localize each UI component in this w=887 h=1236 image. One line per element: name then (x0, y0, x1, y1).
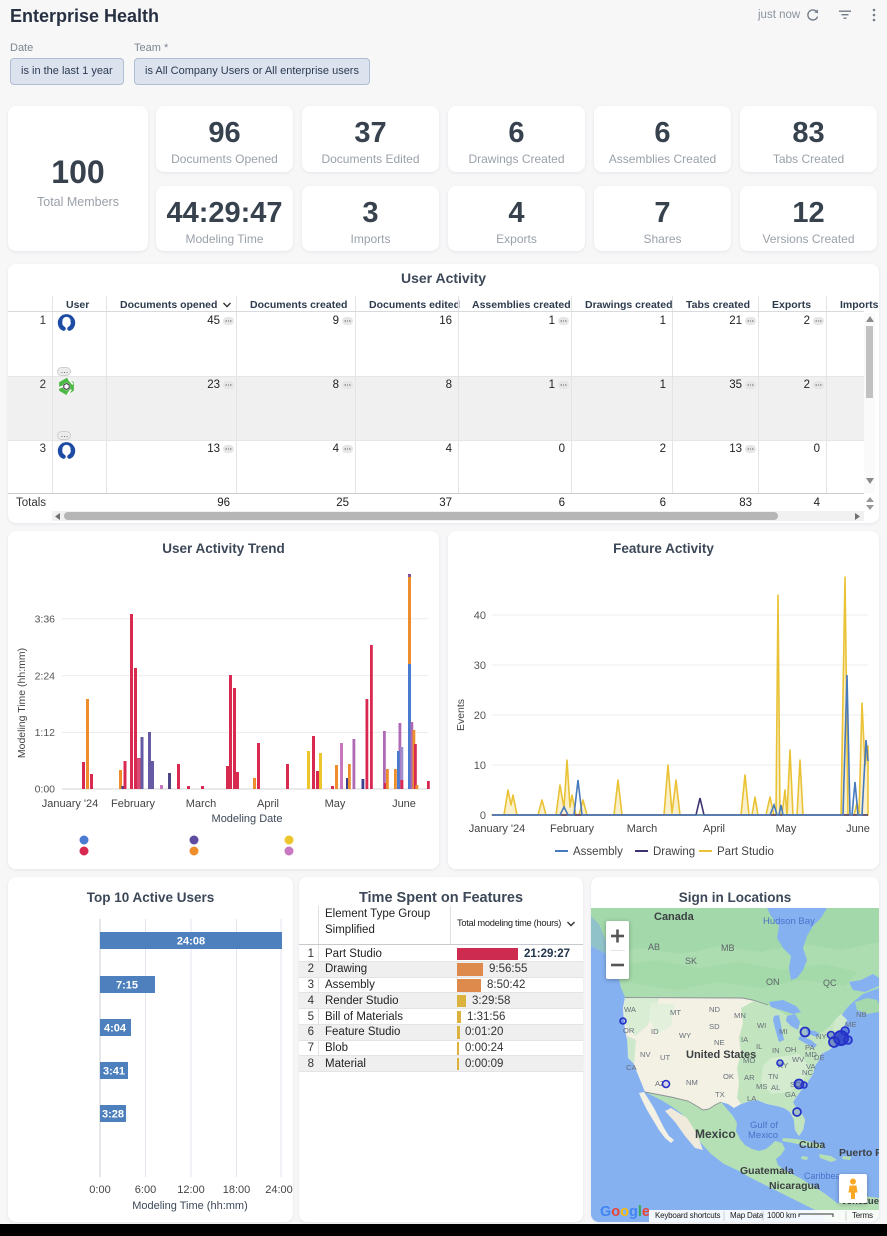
svg-text:UT: UT (660, 1053, 670, 1062)
svg-text:Assembly: Assembly (573, 846, 623, 858)
svg-text:0:00: 0:00 (35, 784, 56, 796)
svg-text:June: June (846, 823, 870, 835)
svg-text:Modeling Time (hh:mm): Modeling Time (hh:mm) (132, 1200, 248, 1212)
svg-text:NB: NB (856, 1010, 867, 1019)
svg-text:3:41: 3:41 (103, 1066, 125, 1078)
svg-text:May: May (776, 823, 797, 835)
svg-text:3:36: 3:36 (35, 614, 56, 626)
svg-text:May: May (325, 798, 346, 810)
svg-text:6:00: 6:00 (135, 1184, 156, 1196)
svg-text:Guatemala: Guatemala (740, 1165, 794, 1177)
svg-text:MS: MS (756, 1082, 767, 1091)
svg-text:3:28: 3:28 (102, 1109, 124, 1121)
svg-text:DE: DE (814, 1053, 825, 1062)
svg-text:7:15: 7:15 (116, 980, 138, 992)
svg-text:SD: SD (709, 1022, 720, 1031)
svg-text:United States: United States (686, 1049, 756, 1061)
svg-text:Canada: Canada (654, 911, 695, 923)
svg-text:MB: MB (721, 943, 735, 953)
svg-text:20: 20 (474, 710, 486, 722)
svg-text:IN: IN (772, 1046, 780, 1055)
svg-text:February: February (111, 798, 156, 810)
svg-text:April: April (703, 823, 725, 835)
svg-text:NC: NC (802, 1068, 813, 1077)
svg-text:Terms: Terms (852, 1211, 873, 1220)
svg-text:Map Data: Map Data (730, 1211, 764, 1220)
svg-text:TN: TN (768, 1072, 778, 1081)
svg-text:NY: NY (816, 1032, 827, 1041)
svg-text:LA: LA (747, 1094, 757, 1103)
svg-text:January '24: January '24 (469, 823, 526, 835)
svg-text:1:12: 1:12 (35, 727, 56, 739)
svg-text:40: 40 (474, 610, 486, 622)
svg-text:ND: ND (709, 1005, 720, 1014)
svg-text:NE: NE (714, 1038, 725, 1047)
svg-text:Nicaragua: Nicaragua (769, 1180, 820, 1192)
svg-text:1000 km: 1000 km (767, 1211, 797, 1220)
svg-text:WI: WI (757, 1021, 766, 1030)
svg-text:OK: OK (723, 1072, 734, 1081)
svg-text:June: June (392, 798, 416, 810)
svg-text:WA: WA (624, 1005, 637, 1014)
svg-text:AL: AL (771, 1083, 780, 1092)
svg-text:CA: CA (626, 1063, 637, 1072)
svg-text:April: April (257, 798, 279, 810)
svg-text:Cuba: Cuba (799, 1139, 825, 1151)
svg-text:IA: IA (741, 1035, 749, 1044)
svg-text:ID: ID (651, 1027, 659, 1036)
svg-text:2:24: 2:24 (35, 670, 56, 682)
svg-text:Modeling Time (hh:mm): Modeling Time (hh:mm) (16, 648, 28, 758)
svg-text:18:00: 18:00 (223, 1184, 251, 1196)
svg-text:QC: QC (823, 978, 837, 988)
svg-text:Mexico: Mexico (695, 1127, 736, 1141)
svg-text:Modeling Date: Modeling Date (212, 813, 283, 825)
svg-text:30: 30 (474, 660, 486, 672)
svg-text:MT: MT (670, 1008, 681, 1017)
svg-text:12:00: 12:00 (177, 1184, 205, 1196)
svg-text:10: 10 (474, 760, 486, 772)
svg-text:WY: WY (679, 1031, 691, 1040)
svg-text:24:00: 24:00 (265, 1184, 293, 1196)
svg-text:GA: GA (785, 1090, 797, 1099)
svg-text:Puerto R: Puerto R (839, 1147, 879, 1159)
svg-text:Google: Google (600, 1204, 650, 1220)
svg-text:March: March (627, 823, 658, 835)
svg-text:ON: ON (766, 977, 780, 987)
svg-text:Drawing: Drawing (653, 846, 695, 858)
svg-text:MN: MN (734, 1011, 746, 1020)
svg-text:January '24: January '24 (42, 798, 99, 810)
svg-text:IL: IL (756, 1042, 762, 1051)
svg-text:SK: SK (685, 956, 697, 966)
svg-text:MI: MI (779, 1027, 787, 1036)
svg-text:WV: WV (792, 1055, 805, 1064)
svg-text:AR: AR (744, 1073, 755, 1082)
svg-text:OH: OH (785, 1045, 796, 1054)
svg-text:Events: Events (455, 699, 467, 731)
svg-text:24:08: 24:08 (177, 936, 205, 948)
svg-text:Hudson Bay: Hudson Bay (763, 916, 815, 927)
svg-text:Mexico: Mexico (748, 1130, 778, 1141)
svg-text:TX: TX (715, 1090, 725, 1099)
svg-text:4:04: 4:04 (104, 1023, 127, 1035)
svg-text:March: March (186, 798, 217, 810)
svg-text:Part Studio: Part Studio (717, 846, 774, 858)
svg-text:NV: NV (640, 1050, 651, 1059)
svg-text:0: 0 (480, 810, 486, 822)
svg-text:NM: NM (686, 1078, 698, 1087)
svg-text:0:00: 0:00 (89, 1184, 110, 1196)
svg-text:February: February (550, 823, 595, 835)
svg-text:Keyboard shortcuts: Keyboard shortcuts (655, 1211, 721, 1220)
svg-text:AB: AB (648, 942, 660, 952)
svg-text:OR: OR (623, 1026, 635, 1035)
